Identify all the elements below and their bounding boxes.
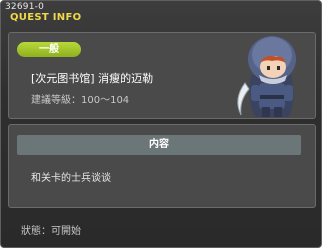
hooded-ninja-npc-icon: [237, 36, 296, 117]
quest-status: 狀態：可開始: [21, 226, 81, 237]
quest-id: 32691-0: [5, 2, 45, 12]
quest-description: 和关卡的士兵谈谈: [31, 173, 111, 184]
window-title: QUEST INFO: [10, 12, 82, 23]
quest-name: [次元图书馆] 消瘦的迈勒: [31, 72, 154, 85]
quest-type-badge: 一般: [17, 42, 81, 57]
quest-info-window: 32691-0 QUEST INFO 一般 [次元图书馆] 消瘦的迈勒 建議等級…: [0, 0, 322, 248]
content-section-header: 内容: [17, 135, 301, 155]
recommended-level: 建議等級：100〜104: [31, 95, 130, 106]
